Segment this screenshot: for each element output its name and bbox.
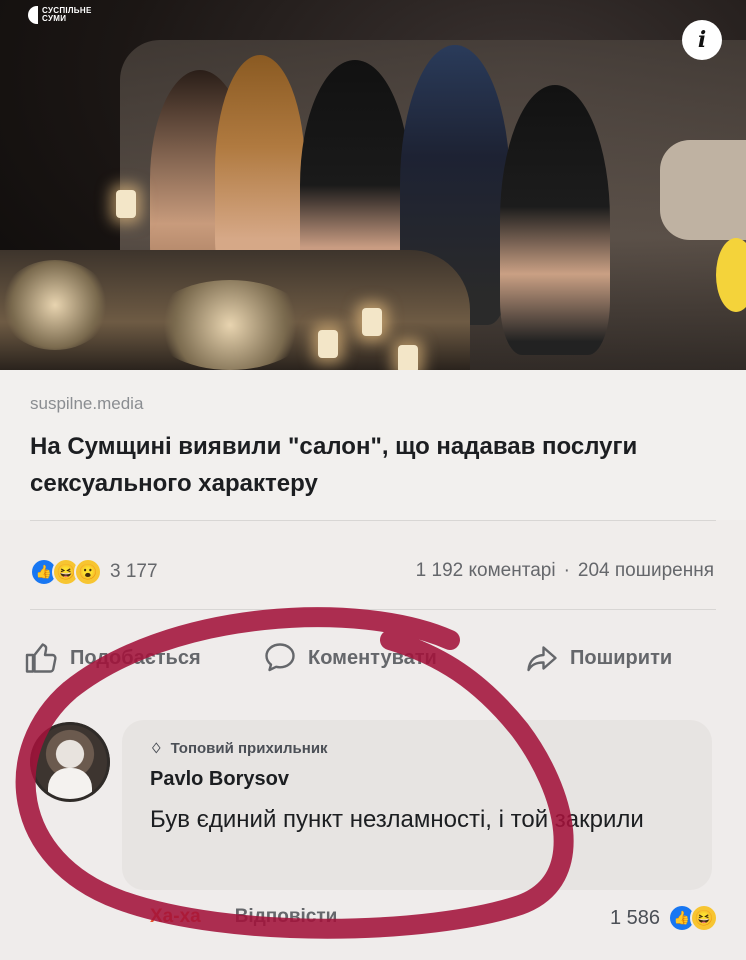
wow-reaction-icon: 😮: [74, 558, 102, 586]
comment-button[interactable]: Коментувати: [262, 640, 437, 676]
photo-wreath: [150, 280, 310, 370]
top-fan-label: Топовий прихильник: [170, 740, 328, 757]
comment-actions: Ха-ха Відповісти: [150, 906, 337, 928]
haha-reaction-icon: 😆: [690, 904, 718, 932]
reply-link[interactable]: Відповісти: [235, 906, 338, 928]
top-comment: ♢ Топовий прихильник Pavlo Borysov Був є…: [0, 712, 746, 960]
comment-bubble-icon: [265, 643, 295, 672]
photo-pillow: [660, 140, 746, 240]
suspilne-logo-mark: [28, 6, 38, 24]
comments-count[interactable]: 1 192 коментарі: [416, 560, 556, 582]
separator-dot: ·: [563, 560, 570, 581]
post-stats: 👍 😆 😮 3 177 1 192 коментарі · 204 пошире…: [0, 520, 746, 610]
share-button[interactable]: Поширити: [524, 640, 672, 676]
post-action-bar: Подобається Коментувати Поширити: [0, 612, 746, 708]
photo-candle: [398, 345, 418, 370]
comment-bubble: ♢ Топовий прихильник Pavlo Borysov Був є…: [122, 720, 712, 890]
photo-wreath: [0, 260, 110, 350]
thumbs-up-icon: [25, 643, 57, 673]
top-fan-badge: ♢ Топовий прихильник: [150, 740, 328, 757]
photo-candle: [318, 330, 338, 358]
link-headline[interactable]: На Сумщині виявили "салон", що надавав п…: [30, 428, 720, 502]
share-button-label: Поширити: [570, 646, 673, 669]
link-preview[interactable]: suspilne.media На Сумщині виявили "салон…: [0, 370, 746, 520]
avatar[interactable]: [30, 722, 110, 802]
info-glyph: i: [697, 27, 707, 53]
divider: [30, 520, 716, 521]
photo-person: [500, 85, 610, 355]
avatar-ring: [30, 722, 110, 802]
photo-candle: [362, 308, 382, 336]
photo-candle: [116, 190, 136, 218]
comment-react-link[interactable]: Ха-ха: [150, 906, 201, 928]
like-button[interactable]: Подобається: [24, 640, 201, 676]
shares-count[interactable]: 204 поширення: [578, 560, 714, 582]
comment-reaction-summary[interactable]: 1 586 👍 😆: [609, 904, 718, 932]
comment-text: Був єдиний пункт незламності, і той закр…: [150, 806, 644, 833]
diamond-icon: ♢: [150, 740, 163, 756]
link-source: suspilne.media: [30, 394, 144, 413]
reaction-count: 3 177: [110, 561, 158, 582]
suspilne-logo: СУСПІЛЬНЕ СУМИ: [28, 6, 92, 24]
engagement-counts: 1 192 коментарі · 204 поширення: [416, 560, 714, 582]
comment-button-label: Коментувати: [308, 646, 437, 669]
like-button-label: Подобається: [70, 646, 201, 669]
divider: [30, 609, 716, 610]
reaction-summary[interactable]: 👍 😆 😮 3 177: [30, 558, 158, 586]
article-photo[interactable]: СУСПІЛЬНЕ СУМИ i: [0, 0, 746, 370]
logo-line-2: СУМИ: [42, 14, 67, 23]
comment-author[interactable]: Pavlo Borysov: [150, 768, 289, 791]
comment-reaction-count: 1 586: [609, 906, 660, 929]
share-arrow-icon: [527, 646, 557, 672]
info-icon[interactable]: i: [682, 20, 722, 60]
